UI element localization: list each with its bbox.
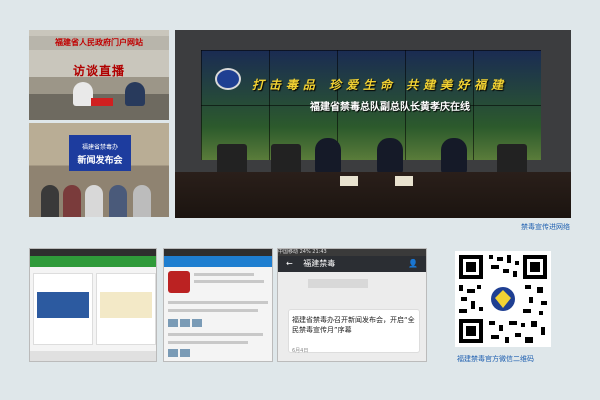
status-bar: 中国移动 24% 21:43 (278, 249, 426, 256)
name-plate (340, 176, 358, 186)
news-card (33, 273, 93, 345)
press-conference-photo: 福建省禁毒办 新闻发布会 (29, 123, 169, 217)
text-line (168, 333, 263, 336)
thumbnail (180, 319, 190, 327)
officer (441, 138, 467, 174)
text-line (194, 280, 264, 283)
photo-credit: 禁毒宣传进网络 (521, 223, 570, 231)
interview-photo: 福建省人民政府门户网站 访谈直播 (29, 30, 169, 120)
press-screen-line1: 福建省禁毒办 (81, 144, 118, 151)
news-card-image (100, 292, 152, 318)
text-line (168, 301, 268, 304)
blurred-text (308, 279, 368, 288)
video-wall-slogan: 打击毒品 珍爱生命 共建美好福建 (251, 78, 509, 92)
qr-caption: 福建禁毒官方微信二维码 (457, 355, 534, 363)
audience-member (85, 185, 103, 217)
profile-icon[interactable]: 👤 (408, 256, 418, 272)
phone-screenshot-app (29, 248, 157, 362)
thumbnail (180, 349, 190, 357)
audience-member (63, 185, 81, 217)
interview-host (125, 82, 145, 106)
account-avatar (168, 271, 190, 293)
wechat-title: 福建禁毒 (303, 259, 336, 268)
interview-title: 访谈直播 (72, 64, 125, 78)
back-arrow-icon[interactable]: ← (286, 259, 293, 268)
phone-screenshot-weibo (163, 248, 273, 362)
thumbnail (168, 349, 178, 357)
status-bar (30, 249, 156, 256)
wechat-header: ← 福建禁毒 👤 (278, 256, 426, 272)
phone-screenshot-wechat: 中国移动 24% 21:43 ← 福建禁毒 👤 福建省禁毒办召开新闻发布会，开启… (277, 248, 427, 362)
audience-member (41, 185, 59, 217)
interview-banner: 福建省人民政府门户网站 (29, 36, 169, 50)
audience-member (133, 185, 151, 217)
article-date: 6月4日 (292, 348, 309, 354)
news-card (96, 273, 156, 345)
status-bar (164, 249, 272, 256)
text-line (168, 341, 248, 344)
video-wall-subtitle: 福建省禁毒总队副总队长黄孝庆在线 (310, 102, 470, 113)
android-nav-bar (30, 351, 156, 361)
name-plate (395, 176, 413, 186)
qr-code-graphic (455, 251, 551, 347)
app-header (164, 256, 272, 267)
audience-member (109, 185, 127, 217)
interview-mic-flag (91, 98, 113, 106)
thumbnail (192, 319, 202, 327)
article-title: 福建省禁毒办召开新闻发布会，开启“全民禁毒宣传月”序幕 (292, 316, 415, 334)
conference-table (175, 172, 571, 218)
press-screen-line2: 新闻发布会 (77, 156, 123, 166)
app-header (30, 256, 156, 267)
officer (377, 138, 403, 174)
thumbnail (168, 319, 178, 327)
interview-guest (73, 82, 93, 106)
officer (315, 138, 341, 174)
text-line (168, 309, 258, 312)
news-card-image (37, 292, 89, 318)
press-screen: 福建省禁毒办 新闻发布会 (69, 135, 131, 171)
qr-code (455, 251, 551, 347)
video-conference-photo: 打击毒品 珍爱生命 共建美好福建 福建省禁毒总队副总队长黄孝庆在线 (175, 30, 571, 218)
text-line (194, 273, 254, 276)
